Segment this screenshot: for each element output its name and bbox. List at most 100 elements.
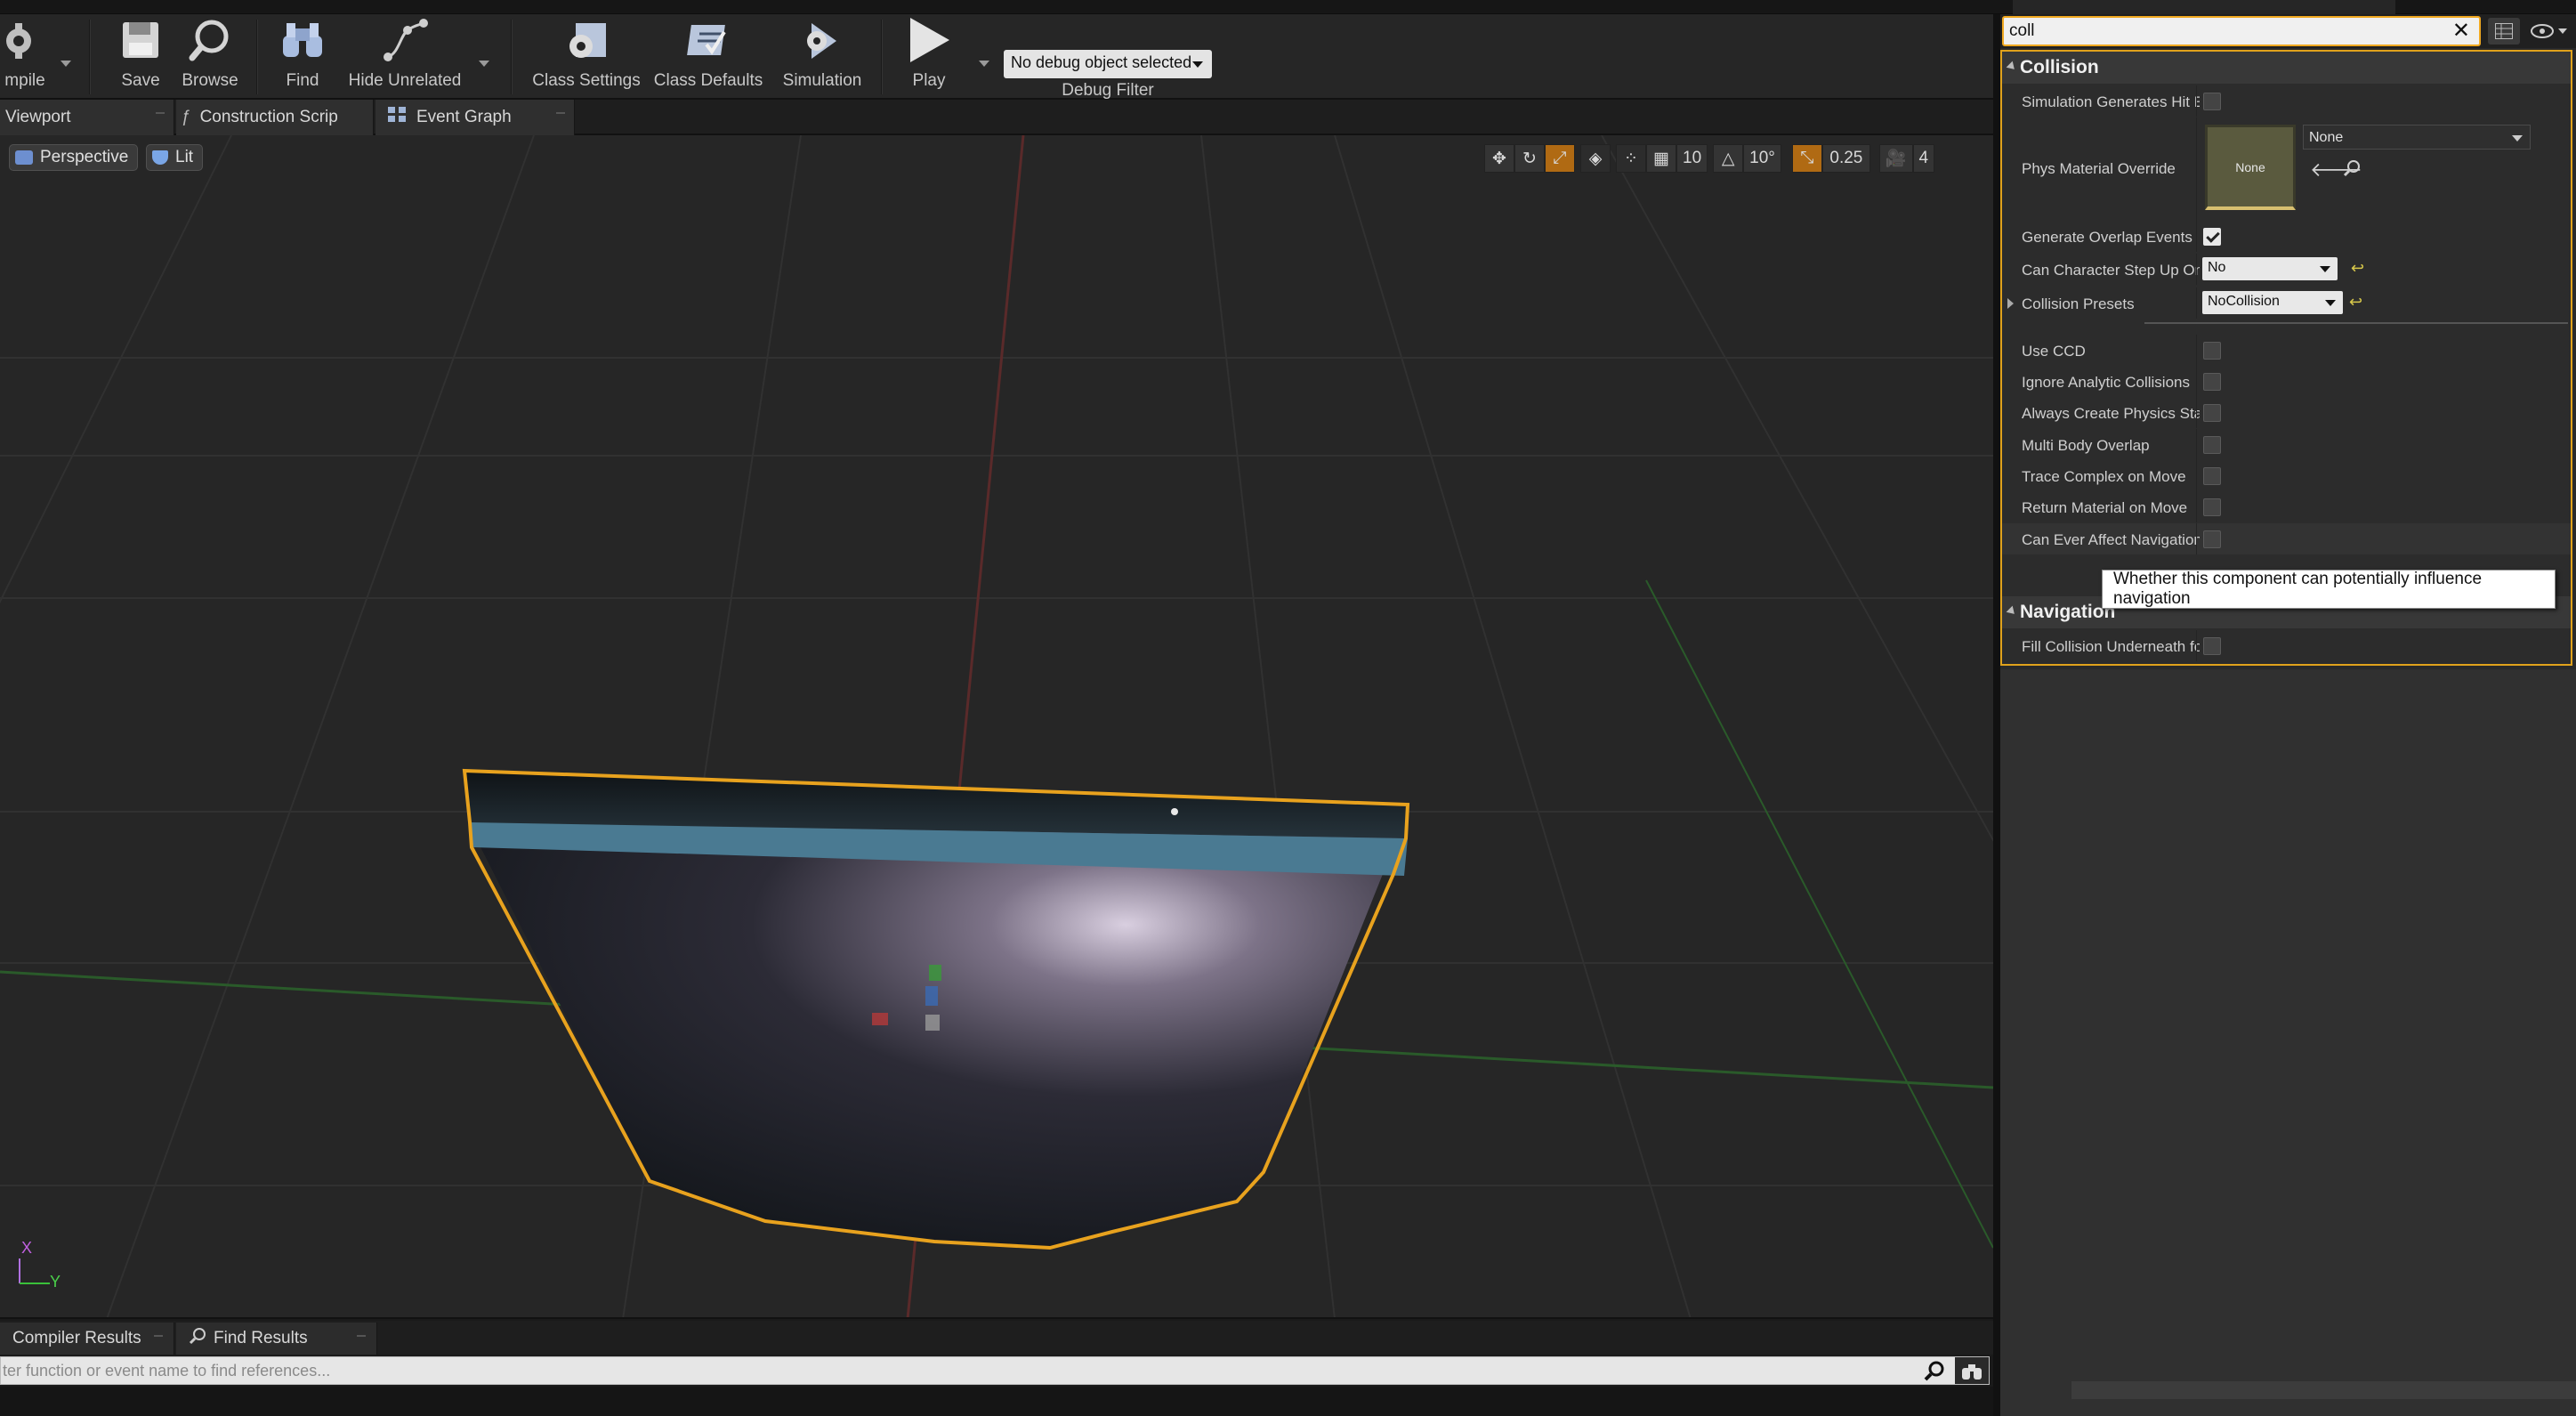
simulation-button[interactable]: Simulation xyxy=(776,14,868,100)
find-in-all-blueprints-binoculars-icon[interactable] xyxy=(1955,1357,1989,1384)
tab-event-graph[interactable]: Event Graph xyxy=(375,100,575,135)
surface-snap-icon[interactable]: ⁘ xyxy=(1616,144,1646,173)
find-references-input[interactable] xyxy=(1,1357,1914,1384)
tab-compiler-results[interactable]: Compiler Results xyxy=(0,1323,174,1355)
play-button[interactable]: Play xyxy=(899,14,959,100)
clear-search-icon[interactable]: ✕ xyxy=(2452,20,2470,42)
binoculars-icon xyxy=(279,16,327,64)
hide-unrelated-options-arrow[interactable] xyxy=(479,61,489,67)
panel-splitter[interactable] xyxy=(1993,14,2000,1416)
multi-body-checkbox[interactable] xyxy=(2203,436,2221,454)
find-references-bar xyxy=(0,1356,1990,1385)
compile-button[interactable]: mpile xyxy=(0,14,50,100)
details-tab-stub[interactable] xyxy=(2013,0,2217,14)
scale-tool-icon[interactable]: ⤢ xyxy=(1545,144,1575,173)
scale-snap-value[interactable]: 0.25 xyxy=(1821,144,1870,173)
overlap-events-checkbox[interactable] xyxy=(2203,228,2221,246)
perspective-toggle[interactable]: Perspective xyxy=(9,144,139,171)
tab-viewport[interactable]: Viewport xyxy=(0,100,174,135)
close-icon[interactable] xyxy=(357,1335,366,1337)
fill-collision-checkbox[interactable] xyxy=(2203,637,2221,655)
property-name: Always Create Physics State xyxy=(2022,405,2200,422)
search-icon[interactable] xyxy=(1919,1357,1950,1384)
level-viewport[interactable]: Perspective Lit ✥ ↻ ⤢ ◈ ⁘ ▦ 10 △ 10° ⤡ 0… xyxy=(0,135,1993,1319)
collision-presets-select[interactable]: NoCollision xyxy=(2202,291,2343,314)
property-row-collision-presets[interactable]: Collision Presets NoCollision ↩ xyxy=(2002,287,2571,319)
viewport-scene[interactable] xyxy=(0,135,1993,1319)
bottom-tab-bar: Compiler Results Find Results xyxy=(0,1321,1993,1355)
save-button[interactable]: Save xyxy=(114,14,167,100)
selected-bowl-mesh[interactable] xyxy=(462,768,1410,1250)
class-defaults-checklist-icon xyxy=(684,16,732,64)
affect-navigation-checkbox[interactable] xyxy=(2203,530,2221,548)
view-options-eye-icon[interactable] xyxy=(2527,18,2572,45)
collision-category-header[interactable]: Collision xyxy=(2002,52,2571,84)
phys-material-thumbnail[interactable]: None xyxy=(2205,125,2296,210)
return-material-checkbox[interactable] xyxy=(2203,498,2221,516)
chevron-down-icon xyxy=(2325,300,2336,306)
sim-hit-events-checkbox[interactable] xyxy=(2203,93,2221,110)
ignore-analytic-checkbox[interactable] xyxy=(2203,373,2221,391)
step-up-select[interactable]: No xyxy=(2202,257,2338,280)
reset-to-default-icon[interactable]: ↩ xyxy=(2349,293,2362,312)
phys-material-asset-picker[interactable]: None xyxy=(2303,125,2531,150)
browse-button[interactable]: Browse xyxy=(178,14,242,100)
tab-viewport-label: Viewport xyxy=(5,108,71,126)
tab-construction-script-label: Construction Script xyxy=(199,108,337,126)
details-search-row: ✕ xyxy=(2000,14,2576,48)
property-row-sim-hit-events: Simulation Generates Hit Events xyxy=(2002,85,2571,117)
camera-speed-value[interactable]: 4 xyxy=(1912,144,1935,173)
debug-object-value: No debug object selected xyxy=(1011,53,1192,71)
play-options-arrow[interactable] xyxy=(979,61,989,67)
browse-asset-search-icon[interactable] xyxy=(2342,158,2362,182)
column-divider xyxy=(2196,460,2197,491)
property-row-use-ccd: Use CCD xyxy=(2002,335,2571,366)
rotation-snap-value[interactable]: 10° xyxy=(1743,144,1781,173)
camera-speed-icon[interactable]: 🎥 xyxy=(1878,144,1913,173)
find-results-label: Find Results xyxy=(214,1329,308,1347)
close-icon[interactable] xyxy=(556,112,565,116)
rotate-tool-icon[interactable]: ↻ xyxy=(1514,144,1545,173)
collapse-triangle-icon[interactable] xyxy=(2006,61,2018,73)
property-row-fill-collision: Fill Collision Underneath for Navmesh xyxy=(2002,630,2571,661)
property-name: Simulation Generates Hit Events xyxy=(2022,93,2200,110)
grid-snap-icon[interactable]: ▦ xyxy=(1646,144,1676,173)
palette-tab-stub[interactable] xyxy=(2217,0,2395,14)
save-label: Save xyxy=(121,71,160,90)
property-name: Trace Complex on Move xyxy=(2022,468,2186,485)
close-icon[interactable] xyxy=(154,1335,163,1337)
rotation-snap-icon[interactable]: △ xyxy=(1713,144,1744,173)
debug-object-select[interactable]: No debug object selected xyxy=(1004,50,1212,78)
compiler-results-label: Compiler Results xyxy=(12,1329,141,1347)
property-name: Ignore Analytic Collisions xyxy=(2022,374,2190,391)
tab-construction-script[interactable]: ƒ Construction Script xyxy=(176,100,374,135)
step-up-value: No xyxy=(2208,260,2226,275)
column-divider xyxy=(2196,491,2197,522)
reset-to-default-icon[interactable]: ↩ xyxy=(2351,259,2364,278)
close-icon[interactable] xyxy=(156,112,165,116)
translate-tool-icon[interactable]: ✥ xyxy=(1484,144,1514,173)
tab-find-results[interactable]: Find Results xyxy=(176,1323,377,1355)
use-ccd-checkbox[interactable] xyxy=(2203,342,2221,360)
expand-triangle-icon[interactable] xyxy=(2007,298,2014,309)
find-button[interactable]: Find xyxy=(276,14,329,100)
property-matrix-icon[interactable] xyxy=(2488,18,2520,45)
trace-complex-checkbox[interactable] xyxy=(2203,467,2221,485)
details-search-input[interactable] xyxy=(2009,20,2436,43)
property-row-trace-complex: Trace Complex on Move xyxy=(2002,460,2571,491)
details-search-box: ✕ xyxy=(2002,16,2481,46)
browse-label: Browse xyxy=(182,71,238,90)
column-divider xyxy=(2196,366,2197,397)
grid-snap-value[interactable]: 10 xyxy=(1676,144,1708,173)
always-create-physics-checkbox[interactable] xyxy=(2203,404,2221,422)
lit-view-mode-toggle[interactable]: Lit xyxy=(146,144,204,171)
hide-unrelated-button[interactable]: Hide Unrelated xyxy=(347,14,463,100)
scale-snap-icon[interactable]: ⤡ xyxy=(1791,144,1822,173)
class-defaults-button[interactable]: Class Defaults xyxy=(653,14,763,100)
toolbar-separator xyxy=(256,20,258,94)
compile-options-arrow[interactable] xyxy=(61,61,71,67)
column-divider xyxy=(2196,85,2197,117)
collapse-triangle-icon[interactable] xyxy=(2006,605,2018,618)
class-settings-button[interactable]: Class Settings xyxy=(530,14,642,100)
world-local-toggle-icon[interactable]: ◈ xyxy=(1580,144,1611,173)
